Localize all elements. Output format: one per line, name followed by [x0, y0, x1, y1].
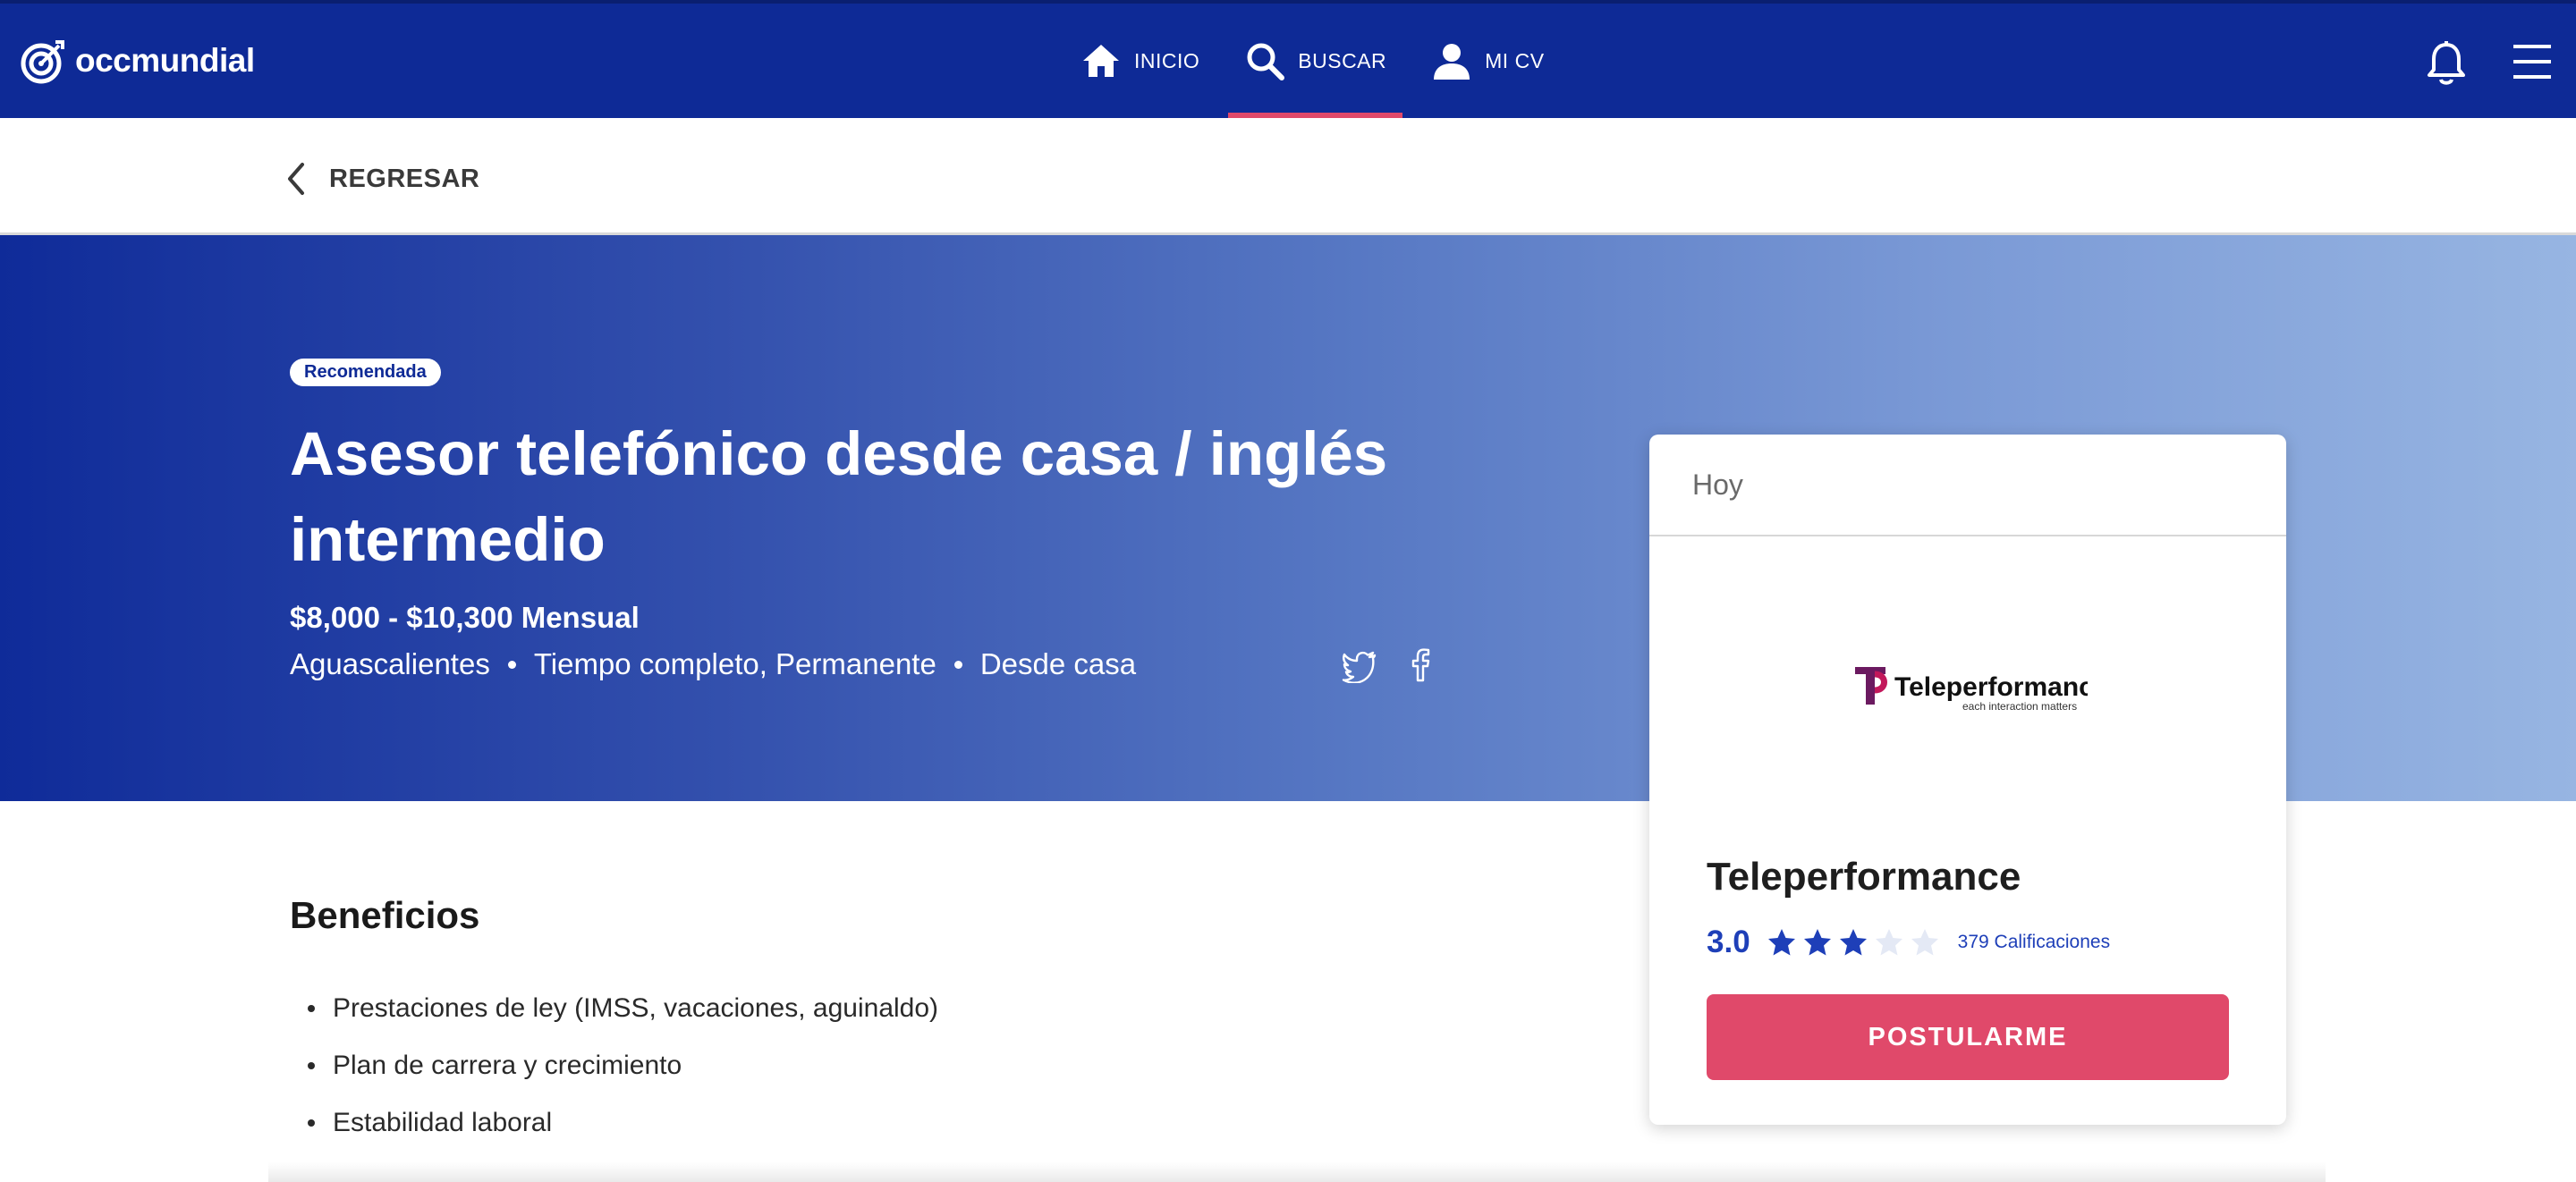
facebook-icon[interactable] [1402, 647, 1438, 683]
star-empty-icon [1911, 929, 1938, 956]
bell-icon[interactable] [2424, 39, 2469, 88]
benefits-list: Prestaciones de ley (IMSS, vacaciones, a… [308, 992, 938, 1164]
ratings-count-link[interactable]: 379 Calificaciones [1958, 932, 2110, 953]
nav-item-buscar[interactable]: BUSCAR [1228, 4, 1402, 119]
star-filled-icon [1767, 929, 1795, 956]
nav-item-label: INICIO [1134, 48, 1200, 72]
occmundial-logo[interactable]: occmundial [20, 34, 255, 88]
twitter-icon[interactable] [1342, 647, 1377, 683]
nav-item-inicio[interactable]: INICIO [1064, 4, 1216, 118]
job-modality: Desde casa [979, 647, 1137, 680]
job-meta: Aguascalientes Tiempo completo, Permanen… [290, 647, 1136, 681]
rating-value: 3.0 [1707, 924, 1750, 959]
nav-item-label: BUSCAR [1298, 48, 1387, 72]
job-location: Aguascalientes [290, 647, 490, 680]
star-filled-icon [1839, 929, 1867, 956]
company-logo-tagline: each interaction matters [1962, 700, 2077, 713]
job-title: Asesor telefónico desde casa / inglés in… [290, 419, 1388, 574]
benefits-title: Beneficios [290, 894, 480, 936]
separator-dot [507, 660, 516, 669]
star-filled-icon [1803, 929, 1831, 956]
benefit-item: Estabilidad laboral [308, 1107, 938, 1164]
back-label: REGRESAR [329, 164, 480, 193]
apply-button[interactable]: POSTULARME [1707, 994, 2229, 1080]
nav-item-label: MI CV [1485, 48, 1545, 72]
star-empty-icon [1875, 929, 1902, 956]
back-button[interactable]: REGRESAR [284, 161, 479, 197]
rating-stars [1767, 927, 1945, 958]
bottom-fade [268, 1162, 2326, 1182]
hamburger-menu-icon[interactable] [2512, 41, 2553, 82]
teleperformance-logo: Teleperformance each interaction matters [1855, 667, 2088, 713]
company-name: Teleperformance [1707, 855, 2021, 899]
separator-dot [953, 660, 962, 669]
recommended-badge: Recomendada [290, 359, 441, 386]
rating-row: 3.0 379 Calificaciones [1707, 924, 2110, 960]
main-nav: INICIO BUSCAR MI CV [1064, 4, 1573, 119]
company-card: Hoy Teleperformance each interaction mat… [1649, 435, 2286, 1125]
job-salary: $8,000 - $10,300 Mensual [290, 601, 640, 634]
company-logo-text: Teleperformance [1894, 672, 2088, 702]
chevron-left-icon [288, 163, 304, 195]
top-navbar: occmundial INICIO BUSCAR MI CV [0, 0, 2576, 119]
posted-date: Hoy [1692, 469, 1743, 501]
target-logo-icon [21, 40, 64, 84]
benefit-item: Prestaciones de ley (IMSS, vacaciones, a… [308, 992, 938, 1050]
logo-text: occmundial [75, 42, 255, 79]
home-icon [1083, 45, 1119, 77]
user-icon [1434, 44, 1470, 80]
job-schedule: Tiempo completo, Permanente [533, 647, 936, 680]
nav-item-mi-cv[interactable]: MI CV [1415, 4, 1560, 118]
benefit-item: Plan de carrera y crecimiento [308, 1050, 938, 1107]
divider [1649, 535, 2286, 536]
search-icon [1247, 43, 1285, 80]
